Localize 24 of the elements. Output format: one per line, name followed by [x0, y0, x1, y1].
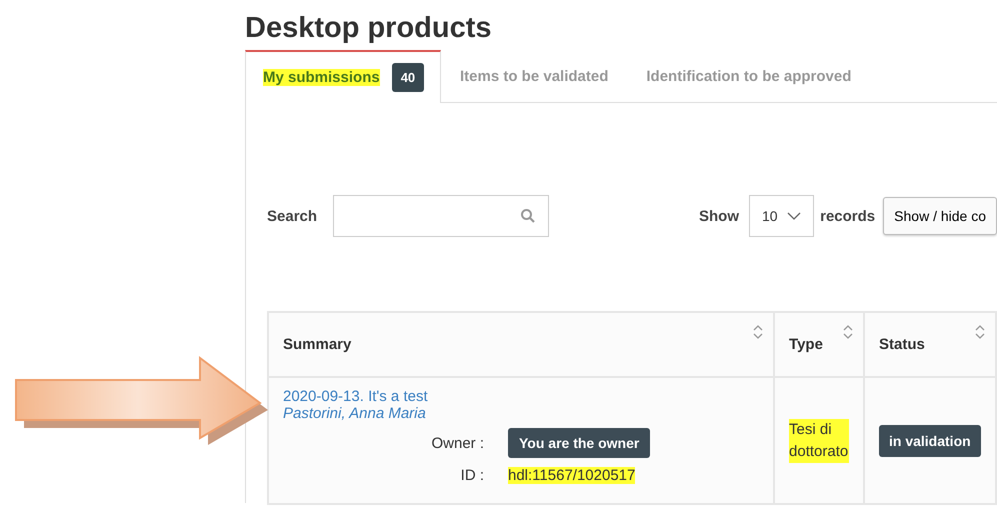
page-size-select[interactable]: 10 — [749, 195, 814, 237]
item-title-link[interactable]: 2020-09-13. It's a test — [283, 388, 760, 405]
type-cell: Tesi di dottorato — [789, 418, 849, 462]
column-header[interactable]: Status — [864, 312, 996, 377]
column-toggle-button[interactable]: Show / hide co — [883, 197, 997, 235]
column-header[interactable]: Type — [774, 312, 864, 377]
author-link[interactable]: Pastorini, Anna Maria — [283, 405, 760, 422]
tab[interactable]: My submissions 40 — [245, 50, 441, 103]
sort-icon — [843, 325, 853, 339]
search-label: Search — [267, 208, 318, 224]
search-field[interactable] — [333, 195, 549, 237]
show-label: Show — [699, 208, 739, 224]
sort-icon — [975, 325, 985, 339]
item-id: hdl:11567/1020517 — [508, 467, 636, 484]
records-label: records — [820, 208, 876, 224]
chevron-down-icon — [787, 212, 802, 220]
owner-badge: You are the owner — [508, 428, 650, 458]
status-badge: in validation — [879, 424, 981, 456]
id-label: ID : — [460, 467, 484, 484]
page-title: Desktop products — [245, 11, 493, 46]
sort-icon — [753, 325, 764, 339]
search-icon — [520, 208, 536, 224]
owner-label: Owner : — [430, 434, 484, 452]
column-header[interactable]: Summary — [268, 312, 774, 377]
